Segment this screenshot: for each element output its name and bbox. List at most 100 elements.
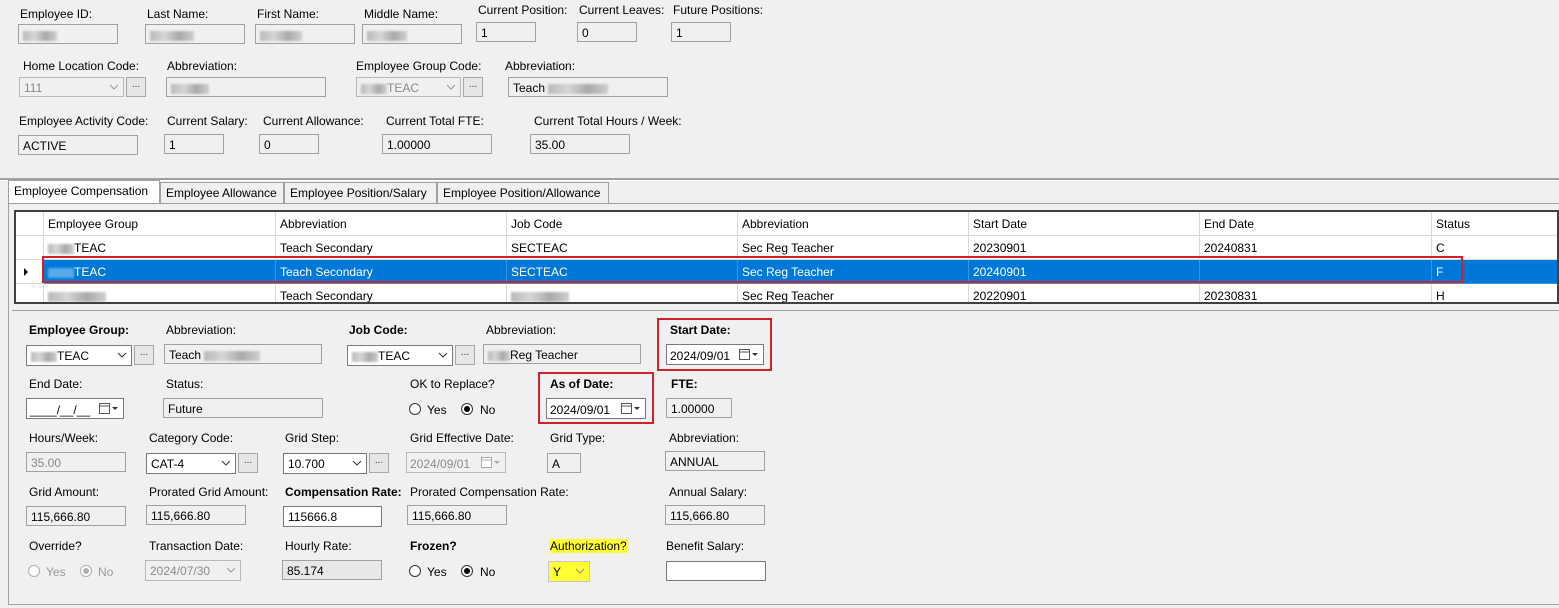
frozen-no-label[interactable]: No	[480, 565, 495, 579]
frozen-label: Frozen?	[410, 539, 457, 553]
middle-name-field[interactable]	[362, 24, 462, 44]
table-row[interactable]: Teach Secondary Sec Reg Teacher 20220901…	[16, 284, 1557, 302]
row-header[interactable]	[16, 260, 44, 284]
column-header-job-abbreviation[interactable]: Abbreviation	[738, 212, 969, 236]
end-date-label: End Date:	[29, 377, 83, 391]
cell-employee-group[interactable]	[44, 284, 276, 302]
current-total-fte-label: Current Total FTE:	[386, 114, 484, 128]
ok-replace-no-radio[interactable]	[461, 403, 473, 415]
calendar-icon[interactable]	[99, 403, 119, 415]
chevron-down-icon	[575, 568, 585, 574]
cell-status[interactable]: H	[1432, 284, 1557, 302]
column-header-employee-group[interactable]: Employee Group	[44, 212, 276, 236]
category-code-lookup-button[interactable]: ...	[238, 453, 258, 473]
row-header-corner	[16, 212, 44, 236]
compensation-rate-input[interactable]: 115666.8	[283, 506, 382, 527]
hours-week-label: Hours/Week:	[29, 431, 99, 445]
grid-step-lookup-button[interactable]: ...	[369, 453, 389, 473]
home-abbreviation-label: Abbreviation:	[167, 59, 238, 73]
chevron-down-icon	[117, 352, 127, 358]
end-date-picker[interactable]: ____/__/__	[26, 398, 124, 419]
current-position-label: Current Position:	[478, 3, 568, 17]
tab-employee-position-salary[interactable]: Employee Position/Salary	[284, 182, 437, 203]
current-total-fte-field: 1.00000	[382, 134, 492, 154]
cell-job-code[interactable]	[507, 284, 738, 302]
home-location-lookup-button[interactable]: ...	[126, 77, 146, 97]
start-date-highlight-box	[657, 318, 772, 371]
hours-week-field: 35.00	[26, 452, 126, 472]
grid-type-label: Grid Type:	[550, 431, 606, 445]
authorization-dropdown[interactable]: Y	[548, 561, 590, 582]
current-position-field: 1	[476, 22, 536, 42]
group-abbreviation-label: Abbreviation:	[505, 59, 576, 73]
transaction-date-value: 2024/07/30	[150, 564, 211, 578]
grid-type-abbreviation-label: Abbreviation:	[669, 431, 740, 445]
current-allowance-field: 0	[259, 134, 319, 154]
category-code-dropdown[interactable]: CAT-4	[146, 453, 236, 474]
chevron-down-icon	[226, 567, 236, 573]
activity-code-label: Employee Activity Code:	[19, 114, 149, 128]
benefit-salary-input[interactable]	[666, 561, 766, 581]
employee-group-code-dropdown[interactable]: TEAC	[356, 77, 461, 97]
override-no-radio[interactable]	[80, 565, 92, 577]
home-abbreviation-field	[166, 77, 326, 97]
group-abbreviation-field: Teach	[508, 77, 668, 97]
prorated-grid-amount-field: 115,666.80	[146, 505, 246, 525]
grid-step-dropdown[interactable]: 10.700	[283, 453, 367, 474]
frozen-yes-label[interactable]: Yes	[427, 565, 447, 579]
override-no-label[interactable]: No	[98, 565, 113, 579]
hourly-rate-label: Hourly Rate:	[285, 539, 352, 553]
column-header-end-date[interactable]: End Date	[1200, 212, 1432, 236]
calendar-icon[interactable]	[481, 457, 501, 469]
ok-replace-label: OK to Replace?	[410, 377, 495, 391]
chevron-down-icon	[109, 84, 119, 90]
employee-group-lookup-button[interactable]: ...	[134, 345, 154, 365]
row-header[interactable]	[16, 284, 44, 302]
current-hours-field: 35.00	[530, 134, 630, 154]
row-header[interactable]	[16, 236, 44, 260]
column-header-start-date[interactable]: Start Date	[969, 212, 1200, 236]
chevron-down-icon	[352, 460, 362, 466]
cell-job-abbreviation[interactable]: Sec Reg Teacher	[738, 284, 969, 302]
future-positions-field: 1	[671, 22, 731, 42]
tab-employee-allowance[interactable]: Employee Allowance	[160, 182, 284, 203]
column-header-status[interactable]: Status	[1432, 212, 1557, 236]
activity-code-field: ACTIVE	[18, 135, 138, 155]
grid-type-abbreviation-field: ANNUAL	[665, 451, 765, 471]
ok-replace-yes-label[interactable]: Yes	[427, 403, 447, 417]
override-yes-radio[interactable]	[28, 565, 40, 577]
frozen-no-radio[interactable]	[461, 565, 473, 577]
hourly-rate-field: 85.174	[282, 560, 382, 580]
column-header-job-code[interactable]: Job Code	[507, 212, 738, 236]
compensation-rate-label: Compensation Rate:	[285, 485, 402, 499]
employee-group-dropdown[interactable]: TEAC	[26, 345, 132, 366]
transaction-date-dropdown[interactable]: 2024/07/30	[145, 560, 241, 581]
category-code-label: Category Code:	[149, 431, 234, 445]
job-code-dropdown[interactable]: TEAC	[347, 345, 453, 366]
status-label: Status:	[166, 377, 204, 391]
last-name-field[interactable]	[145, 24, 245, 44]
column-header-abbreviation[interactable]: Abbreviation	[276, 212, 507, 236]
annual-salary-label: Annual Salary:	[669, 485, 748, 499]
home-location-dropdown[interactable]: 111	[19, 77, 124, 97]
employee-group-lookup-button[interactable]: ...	[463, 77, 483, 97]
grid-step-label: Grid Step:	[285, 431, 340, 445]
tab-employee-compensation[interactable]: Employee Compensation	[8, 180, 160, 203]
grid-effective-date-picker[interactable]: 2024/09/01	[406, 452, 506, 473]
cell-end-date[interactable]: 20230831	[1200, 284, 1432, 302]
current-hours-label: Current Total Hours / Week:	[534, 114, 682, 128]
cell-start-date[interactable]: 20220901	[969, 284, 1200, 302]
annual-salary-field: 115,666.80	[665, 505, 765, 525]
first-name-field[interactable]	[255, 24, 355, 44]
cell-abbreviation[interactable]: Teach Secondary	[276, 284, 507, 302]
tab-employee-position-allowance[interactable]: Employee Position/Allowance	[437, 182, 609, 203]
home-location-value: 111	[24, 81, 43, 95]
override-yes-label[interactable]: Yes	[46, 565, 66, 579]
ok-replace-no-label[interactable]: No	[480, 403, 495, 417]
grid-type-field: A	[547, 453, 581, 473]
employee-id-field[interactable]	[18, 24, 118, 44]
ok-replace-yes-radio[interactable]	[409, 403, 421, 415]
frozen-yes-radio[interactable]	[409, 565, 421, 577]
as-of-date-highlight-box	[538, 372, 654, 424]
job-code-lookup-button[interactable]: ...	[455, 345, 475, 365]
